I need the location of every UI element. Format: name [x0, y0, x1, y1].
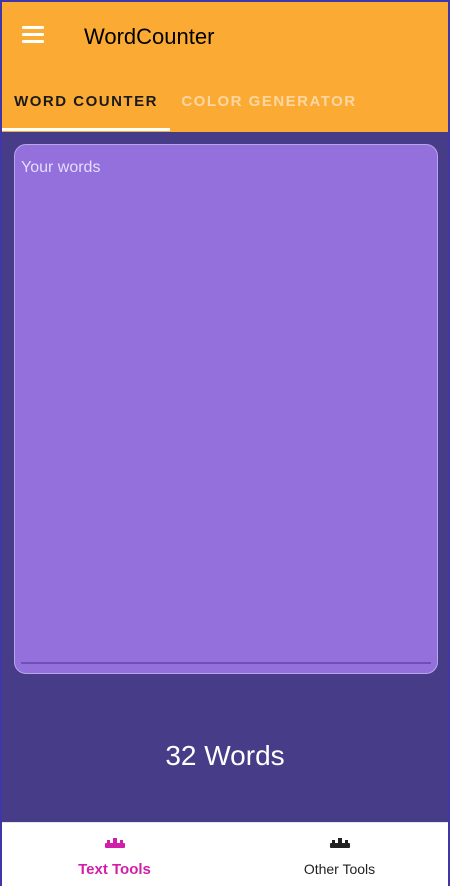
bottom-navigation: Text Tools Other Tools [2, 822, 448, 886]
tab-indicator [2, 128, 170, 131]
hamburger-icon-bar [22, 26, 44, 29]
tab-bar: WORD COUNTER COLOR GENERATOR [2, 70, 448, 132]
nav-text-tools[interactable]: Text Tools [2, 823, 227, 886]
app-title: WordCounter [84, 24, 215, 49]
tools-icon [104, 838, 125, 848]
word-count-label: 32 Words [165, 740, 285, 771]
textarea-underline [21, 662, 431, 664]
nav-other-tools[interactable]: Other Tools [227, 823, 450, 886]
words-textarea[interactable] [15, 145, 437, 661]
tab-color-generator[interactable]: COLOR GENERATOR [170, 70, 368, 132]
tab-word-counter[interactable]: WORD COUNTER [2, 70, 170, 132]
text-input-box [14, 144, 438, 674]
hamburger-icon-bar [22, 40, 44, 43]
menu-button[interactable] [20, 22, 50, 50]
app-bar: WordCounter WORD COUNTER COLOR GENERATOR [2, 2, 448, 132]
tools-icon [329, 838, 350, 848]
app-root: WordCounter WORD COUNTER COLOR GENERATOR… [0, 0, 450, 886]
hamburger-icon-bar [22, 33, 44, 36]
nav-label-other-tools: Other Tools [303, 861, 376, 877]
word-counter-page: 32 Words [2, 132, 448, 823]
nav-label-text-tools: Text Tools [78, 861, 151, 878]
